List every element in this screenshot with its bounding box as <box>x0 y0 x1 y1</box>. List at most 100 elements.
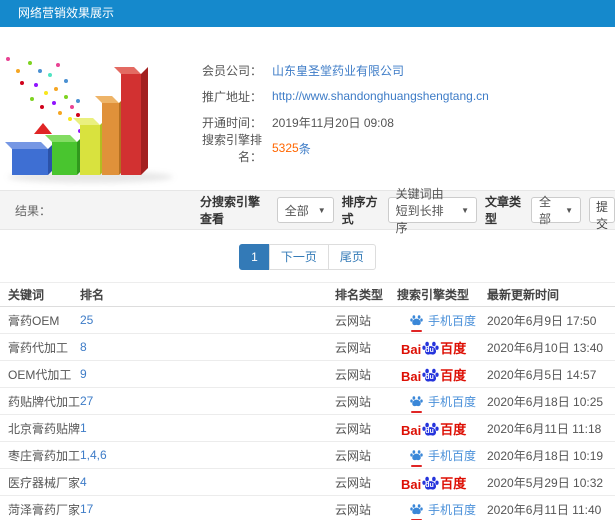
baidu-logo: Bai du 百度 <box>397 338 466 357</box>
bar-red-icon <box>121 74 141 175</box>
rank-link[interactable]: 27 <box>80 394 335 408</box>
engine-cell: 手机百度 <box>397 447 487 467</box>
keyword-cell: 菏泽膏药厂家 <box>8 502 81 517</box>
rank-type-cell: 云网站 <box>335 421 372 436</box>
updated-cell: 2020年5月29日 10:32 <box>487 475 604 490</box>
baidu-du-text: du <box>425 427 434 435</box>
filter-bar: 结果： 分搜索引擎查看 全部 ▼ 排序方式 关键词由短到长排序 ▼ 文章类型 全… <box>0 187 615 235</box>
mobile-baidu-logo: 手机百度 <box>397 393 476 413</box>
updated-cell: 2020年6月11日 11:18 <box>487 421 602 436</box>
mobile-baidu-label: 手机百度 <box>428 502 477 517</box>
baidu-bai-text: Bai <box>401 422 422 438</box>
paw-underline-icon <box>411 410 422 413</box>
sort-filter-value: 关键词由短到长排序 <box>395 186 444 235</box>
open-time-row: 开通时间： 2019年11月20日 09:08 <box>190 112 610 132</box>
member-company-row: 会员公司： 山东皇圣堂药业有限公司 <box>190 60 610 80</box>
paw-underline-icon <box>411 464 422 467</box>
last-page-button[interactable]: 尾页 <box>327 244 376 270</box>
rank-link[interactable]: 4 <box>80 475 335 489</box>
up-arrow-icon <box>34 109 52 137</box>
engine-filter-label: 分搜索引擎查看 <box>200 195 261 226</box>
updated-cell: 2020年6月9日 17:50 <box>487 313 597 328</box>
baidu-cn-text: 百度 <box>440 475 467 491</box>
next-page-button[interactable]: 下一页 <box>268 244 329 270</box>
table-row: 膏药代加工 8 云网站 Bai du 百度 2020年6月10日 13:40 <box>0 334 615 361</box>
promo-url-link[interactable]: http://www.shandonghuangshengtang.cn <box>272 89 489 103</box>
engine-cell: 手机百度 <box>397 312 487 332</box>
sort-filter-label: 排序方式 <box>341 195 378 226</box>
header-rank-type: 排名类型 <box>335 288 384 302</box>
keyword-cell: 膏药代加工 <box>8 340 69 355</box>
mobile-baidu-label: 手机百度 <box>428 313 477 328</box>
rank-link[interactable]: 25 <box>80 313 335 327</box>
open-time-label: 开通时间： <box>201 115 262 130</box>
rank-link[interactable]: 1 <box>80 421 335 435</box>
keyword-cell: 药贴牌代加工 <box>8 394 81 409</box>
rank-link[interactable]: 8 <box>80 340 335 354</box>
promo-url-row: 推广地址： http://www.shandonghuangshengtang.… <box>190 86 610 106</box>
rank-link[interactable]: 1,4,6 <box>80 448 335 462</box>
rank-type-cell: 云网站 <box>335 313 372 328</box>
member-company-link[interactable]: 山东皇圣堂药业有限公司 <box>272 62 404 79</box>
engine-rank-unit: 条 <box>298 141 311 156</box>
promo-url-label: 推广地址： <box>201 89 262 104</box>
bar-orange-icon <box>102 103 119 175</box>
engine-rank-count: 5325 <box>272 141 299 155</box>
table-row: 北京膏药贴牌 1 云网站 Bai du 百度 2020年6月11日 11:18 <box>0 415 615 442</box>
engine-cell: Bai du 百度 <box>397 419 487 438</box>
rank-type-cell: 云网站 <box>335 475 372 490</box>
keyword-cell: 枣庄膏药加工 <box>8 448 81 463</box>
rank-type-cell: 云网站 <box>335 394 372 409</box>
page-1-button[interactable]: 1 <box>239 244 270 270</box>
result-label: 结果： <box>15 203 52 218</box>
table-row: 药贴牌代加工 27 云网站 手机百度 2020年6月18日 10:25 <box>0 388 615 415</box>
rank-link[interactable]: 9 <box>80 367 335 381</box>
table-row: 膏药OEM 25 云网站 手机百度 2020年6月9日 17:50 <box>0 307 615 334</box>
baidu-cn-text: 百度 <box>440 340 467 356</box>
rank-type-cell: 云网站 <box>335 367 372 382</box>
updated-cell: 2020年6月11日 11:40 <box>487 502 602 517</box>
rank-type-cell: 云网站 <box>335 502 372 517</box>
table-body: 膏药OEM 25 云网站 手机百度 2020年6月9日 17:50 膏药代加工 … <box>0 307 615 520</box>
keyword-cell: OEM代加工 <box>8 367 72 382</box>
header-engine-type: 搜索引擎类型 <box>397 288 470 302</box>
header-rank: 排名 <box>80 288 105 302</box>
header-updated-time: 最新更新时间 <box>487 288 560 302</box>
rank-type-cell: 云网站 <box>335 340 372 355</box>
open-time-value: 2019年11月20日 09:08 <box>272 115 394 130</box>
rank-type-cell: 云网站 <box>335 448 372 463</box>
keyword-cell: 北京膏药贴牌 <box>8 421 81 436</box>
filter-group: 分搜索引擎查看 全部 ▼ 排序方式 关键词由短到长排序 ▼ 文章类型 全部 ▼ … <box>200 187 615 235</box>
bar-blue-icon <box>12 149 48 175</box>
engine-filter-value: 全部 <box>284 203 309 218</box>
mobile-baidu-label: 手机百度 <box>428 448 477 463</box>
paw-underline-icon <box>411 329 422 332</box>
article-type-label: 文章类型 <box>485 195 522 226</box>
keyword-rank-table: 关键词 排名 排名类型 搜索引擎类型 最新更新时间 膏药OEM 25 云网站 手… <box>0 282 615 520</box>
engine-filter-select[interactable]: 全部 ▼ <box>276 197 334 223</box>
table-row: 医疗器械厂家 4 云网站 Bai du 百度 2020年5月29日 10:32 <box>0 469 615 496</box>
keyword-cell: 医疗器械厂家 <box>8 475 81 490</box>
rank-link[interactable]: 17 <box>80 502 335 516</box>
header-keyword: 关键词 <box>8 288 45 302</box>
chevron-down-icon: ▼ <box>565 205 574 215</box>
engine-cell: Bai du 百度 <box>397 473 487 492</box>
info-fields: 会员公司： 山东皇圣堂药业有限公司 推广地址： http://www.shand… <box>190 60 610 165</box>
chevron-down-icon: ▼ <box>317 205 326 215</box>
chevron-down-icon: ▼ <box>461 205 469 215</box>
pagination: 1 下一页 尾页 <box>0 244 615 270</box>
baidu-logo: Bai du 百度 <box>397 365 466 384</box>
baidu-logo: Bai du 百度 <box>397 419 466 438</box>
baidu-paw-icon <box>410 314 423 325</box>
article-type-select[interactable]: 全部 ▼ <box>530 195 582 226</box>
keyword-cell: 膏药OEM <box>8 313 60 328</box>
updated-cell: 2020年6月10日 13:40 <box>487 340 604 355</box>
table-header-row: 关键词 排名 排名类型 搜索引擎类型 最新更新时间 <box>0 282 615 307</box>
bar-green-icon <box>52 142 77 175</box>
bar-chart-graphic <box>0 27 190 190</box>
sort-filter-select[interactable]: 关键词由短到长排序 ▼ <box>387 187 477 235</box>
engine-cell: Bai du 百度 <box>397 365 487 384</box>
submit-button[interactable]: 提交 <box>589 197 615 231</box>
engine-cell: Bai du 百度 <box>397 338 487 357</box>
baidu-paw-icon <box>410 395 423 406</box>
